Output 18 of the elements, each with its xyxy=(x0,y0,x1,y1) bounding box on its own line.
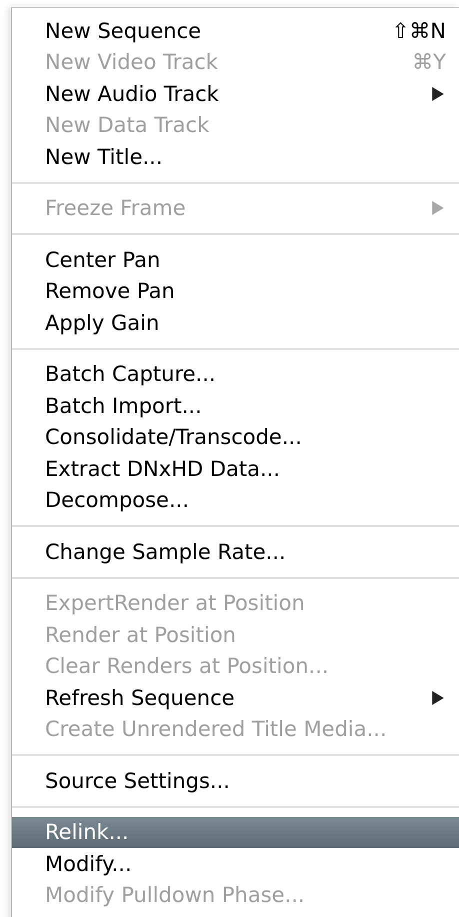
menu-item[interactable]: Relink... xyxy=(12,816,459,848)
menu-item[interactable]: New Audio Track xyxy=(12,78,459,110)
menu-item[interactable]: Decompose... xyxy=(12,484,459,516)
menu-item[interactable]: New Sequence ⇧⌘N xyxy=(12,15,459,46)
menu-item[interactable]: Extract DNxHD Data... xyxy=(12,453,459,484)
menu-item[interactable]: Batch Capture... xyxy=(12,358,459,390)
menu-item[interactable]: Consolidate/Transcode... xyxy=(12,422,459,453)
menu-item[interactable]: Change Sample Rate... xyxy=(12,536,459,568)
shortcut-label: ⌘Y xyxy=(412,50,446,74)
menu-item[interactable]: Batch Import... xyxy=(12,390,459,422)
shortcut-label: ⇧⌘N xyxy=(392,18,446,43)
menu-item[interactable]: Center Pan xyxy=(12,244,459,276)
menu-item[interactable]: Modify... xyxy=(12,848,459,880)
menu-item[interactable]: Remove Pan xyxy=(12,276,459,307)
menu-item[interactable]: Source Settings... xyxy=(12,765,459,796)
menu-item[interactable]: New Title... xyxy=(12,141,459,172)
menu-item[interactable]: Refresh Sequence xyxy=(12,682,459,714)
menu-item[interactable]: Apply Gain xyxy=(12,307,459,338)
